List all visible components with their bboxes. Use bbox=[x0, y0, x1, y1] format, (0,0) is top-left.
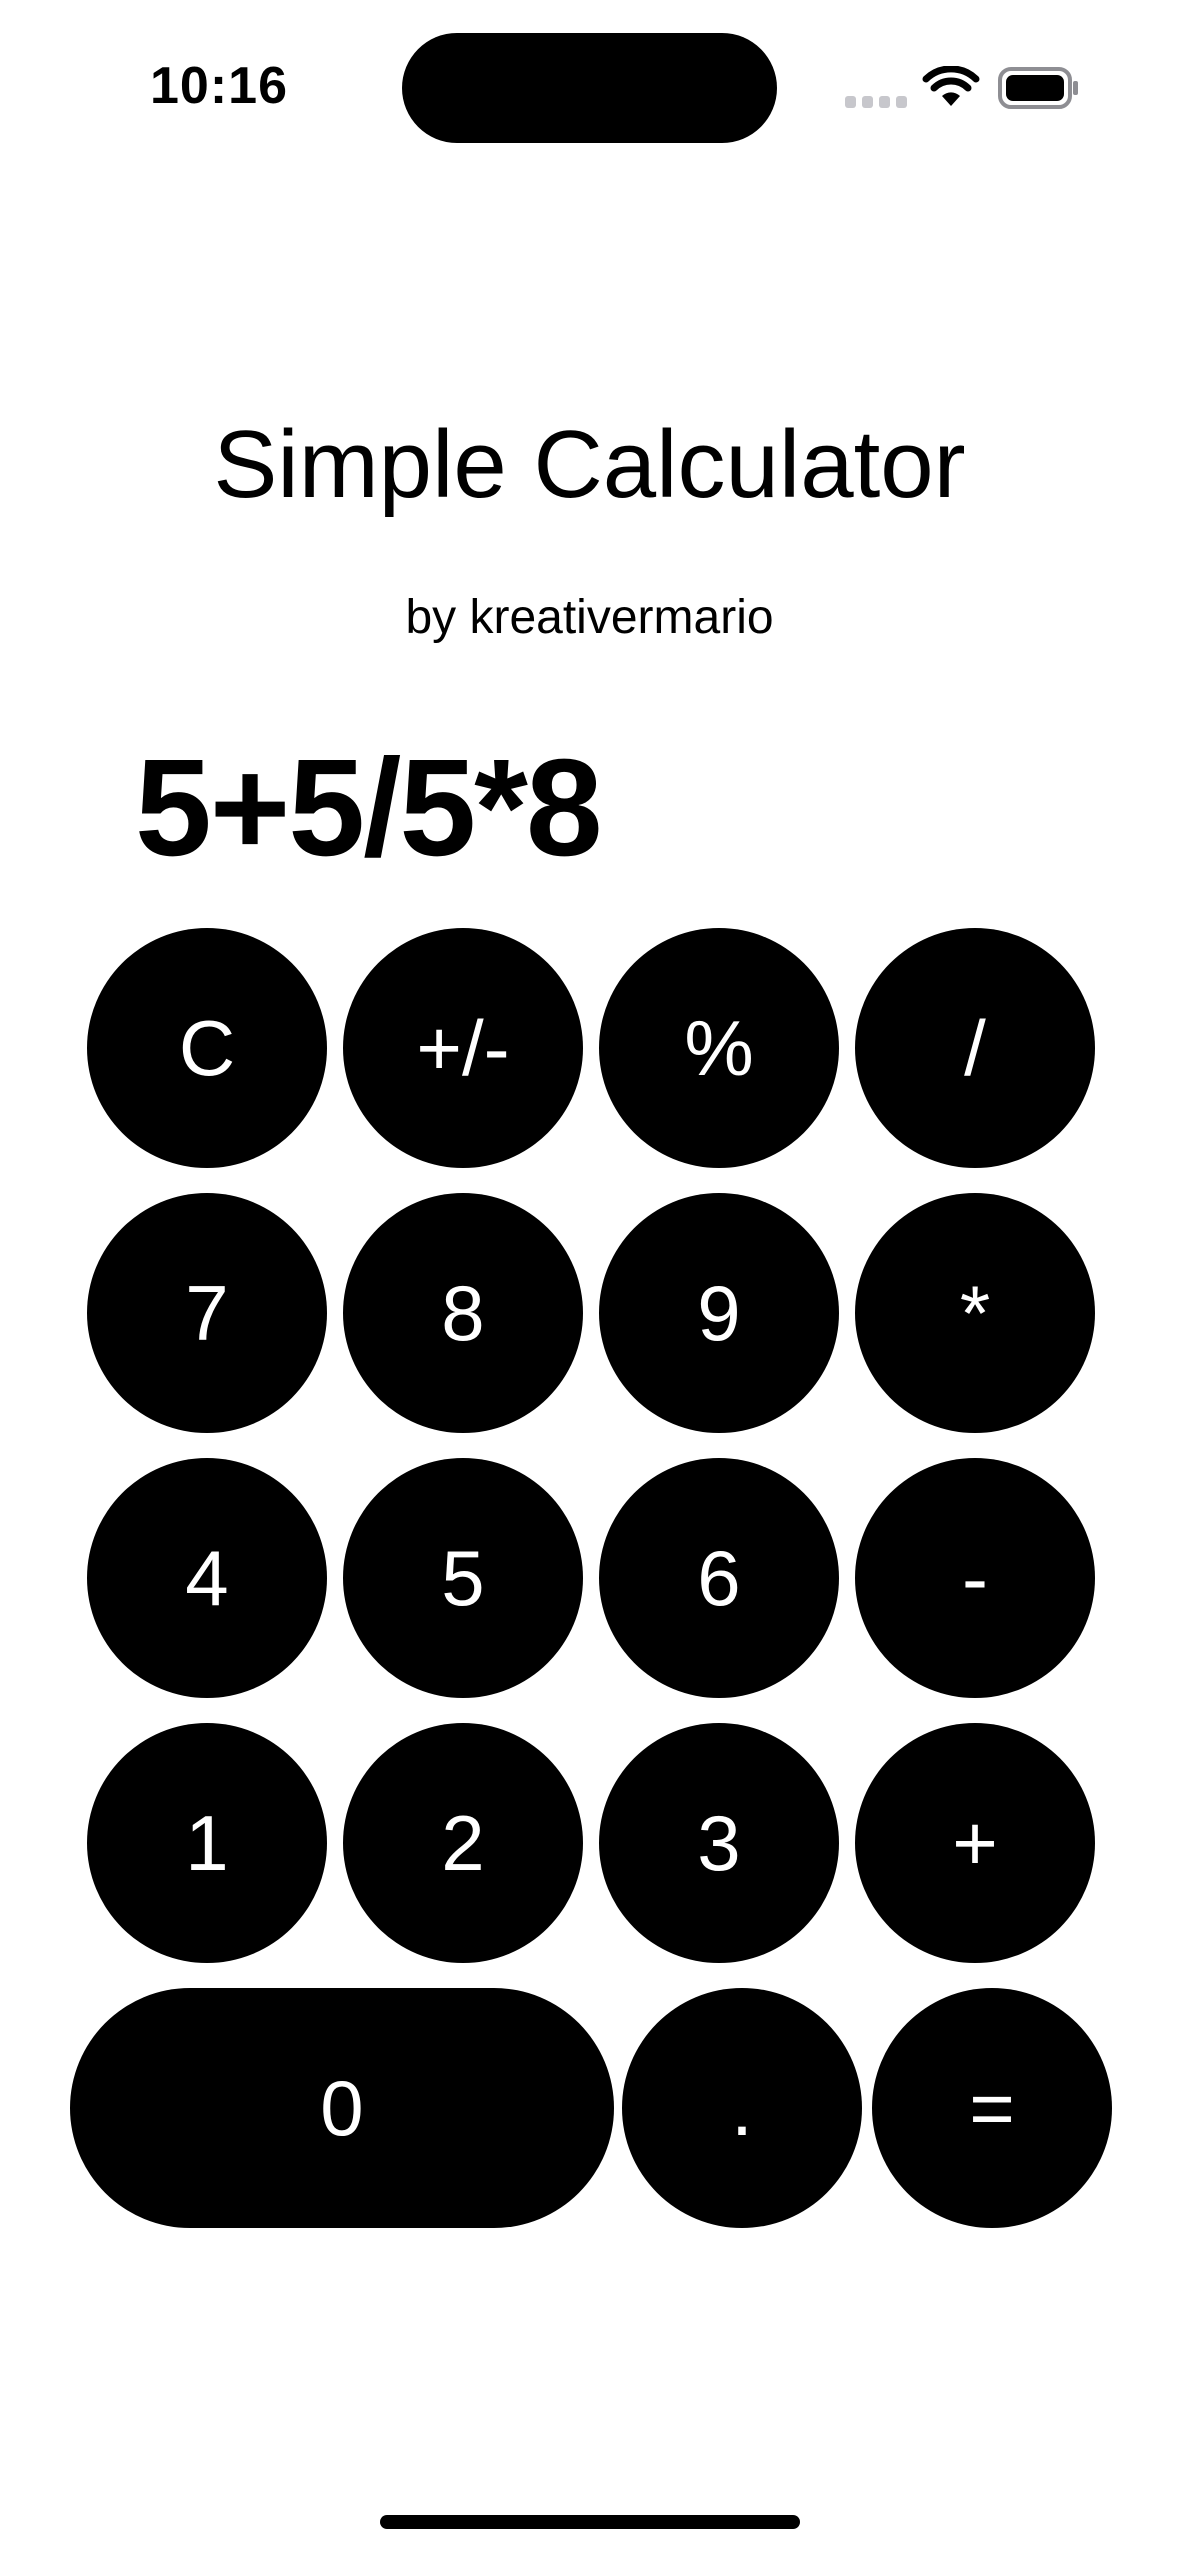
percent-button[interactable]: % bbox=[599, 928, 839, 1168]
digit-1-button[interactable]: 1 bbox=[87, 1723, 327, 1963]
add-button[interactable]: + bbox=[855, 1723, 1095, 1963]
digit-6-button[interactable]: 6 bbox=[599, 1458, 839, 1698]
divide-button[interactable]: / bbox=[855, 928, 1095, 1168]
digit-0-button[interactable]: 0 bbox=[70, 1988, 614, 2228]
digit-4-button[interactable]: 4 bbox=[87, 1458, 327, 1698]
digit-0-label: 0 bbox=[320, 2064, 364, 2152]
digit-3-button[interactable]: 3 bbox=[599, 1723, 839, 1963]
clear-button-label: C bbox=[178, 1004, 236, 1092]
subtract-button[interactable]: - bbox=[855, 1458, 1095, 1698]
equals-button-label: = bbox=[969, 2064, 1015, 2152]
app-subtitle: by kreativermario bbox=[405, 591, 774, 644]
equals-button[interactable]: = bbox=[872, 1988, 1112, 2228]
digit-9-label: 9 bbox=[697, 1269, 741, 1357]
digit-1-label: 1 bbox=[185, 1799, 229, 1887]
digit-5-button[interactable]: 5 bbox=[343, 1458, 583, 1698]
battery-icon bbox=[998, 67, 1078, 109]
percent-button-label: % bbox=[684, 1004, 754, 1092]
decimal-button-label: . bbox=[731, 2064, 753, 2152]
digit-3-label: 3 bbox=[697, 1799, 741, 1887]
digit-2-button[interactable]: 2 bbox=[343, 1723, 583, 1963]
digit-2-label: 2 bbox=[441, 1799, 485, 1887]
expression-display: 5+5/5*8 bbox=[135, 731, 603, 885]
decimal-button[interactable]: . bbox=[622, 1988, 862, 2228]
digit-9-button[interactable]: 9 bbox=[599, 1193, 839, 1433]
status-time: 10:16 bbox=[150, 57, 288, 115]
multiply-button[interactable]: * bbox=[855, 1193, 1095, 1433]
wifi-icon bbox=[922, 66, 980, 106]
digit-4-label: 4 bbox=[185, 1534, 229, 1622]
digit-7-label: 7 bbox=[185, 1269, 229, 1357]
digit-6-label: 6 bbox=[697, 1534, 741, 1622]
digit-8-label: 8 bbox=[441, 1269, 485, 1357]
plus-minus-button[interactable]: +/- bbox=[343, 928, 583, 1168]
clear-button[interactable]: C bbox=[87, 928, 327, 1168]
multiply-button-label: * bbox=[959, 1269, 991, 1357]
add-button-label: + bbox=[952, 1799, 998, 1887]
divide-button-label: / bbox=[964, 1004, 986, 1092]
dynamic-island bbox=[402, 33, 777, 143]
digit-7-button[interactable]: 7 bbox=[87, 1193, 327, 1433]
digit-8-button[interactable]: 8 bbox=[343, 1193, 583, 1433]
digit-5-label: 5 bbox=[441, 1534, 485, 1622]
app-title: Simple Calculator bbox=[213, 411, 966, 518]
plus-minus-button-label: +/- bbox=[416, 1004, 510, 1092]
subtract-button-label: - bbox=[962, 1534, 988, 1622]
home-indicator[interactable] bbox=[380, 2515, 800, 2529]
cellular-signal-icon bbox=[845, 96, 907, 108]
